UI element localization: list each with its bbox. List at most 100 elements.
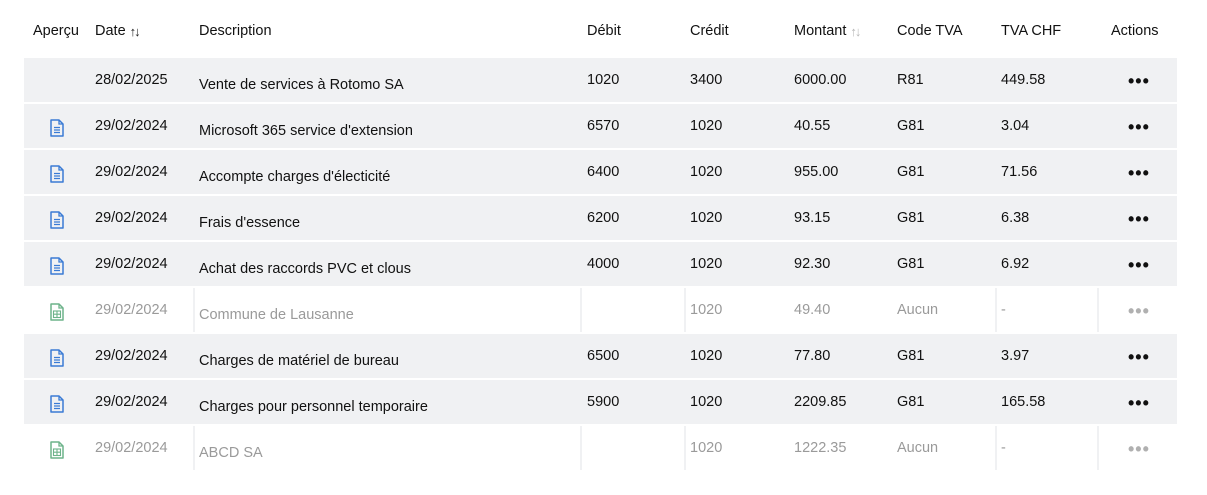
column-header-description: Description <box>199 23 272 39</box>
spreadsheet-icon[interactable] <box>49 303 65 321</box>
table-row[interactable]: 29/02/2024 Charges de matériel de bureau… <box>24 334 1177 378</box>
description-cell: Frais d'essence <box>199 215 301 231</box>
sort-icon[interactable]: ↑↓ <box>850 24 861 39</box>
header-label: Actions <box>1111 23 1159 39</box>
column-header-date[interactable]: Date ↑↓ <box>95 23 141 39</box>
montant-cell: 93.15 <box>794 210 831 226</box>
more-actions-button[interactable]: ••• <box>1128 209 1150 229</box>
code-tva-cell: G81 <box>897 348 925 364</box>
date-cell: 29/02/2024 <box>95 164 168 180</box>
document-icon[interactable] <box>49 257 65 275</box>
code-tva-cell: Aucun <box>897 440 939 456</box>
credit-cell: 1020 <box>690 440 723 456</box>
montant-cell: 955.00 <box>794 164 839 180</box>
column-header-tva-chf: TVA CHF <box>1001 23 1061 39</box>
tva-chf-cell: 449.58 <box>1001 72 1046 88</box>
table-row[interactable]: 29/02/2024 Accompte charges d'électicité… <box>24 150 1177 194</box>
description-cell: ABCD SA <box>199 445 263 461</box>
column-header-debit: Débit <box>587 23 621 39</box>
description-cell: Commune de Lausanne <box>199 307 354 323</box>
montant-cell: 49.40 <box>794 302 831 318</box>
tva-chf-cell: 165.58 <box>1001 394 1046 410</box>
date-cell: 29/02/2024 <box>95 256 168 272</box>
column-header-code-tva: Code TVA <box>897 23 963 39</box>
column-divider <box>580 288 582 332</box>
column-divider <box>193 288 195 332</box>
tva-chf-cell: - <box>1001 440 1006 456</box>
montant-cell: 1222.35 <box>794 440 847 456</box>
document-icon[interactable] <box>49 395 65 413</box>
column-divider <box>995 426 997 470</box>
column-header-apercu: Aperçu <box>33 23 79 39</box>
table-row[interactable]: 29/02/2024 Charges pour personnel tempor… <box>24 380 1177 424</box>
description-cell: Accompte charges d'électicité <box>199 169 391 185</box>
transactions-table: Aperçu Date ↑↓ Description Débit Crédit M… <box>24 0 1177 472</box>
date-cell: 29/02/2024 <box>95 440 168 456</box>
credit-cell: 3400 <box>690 72 723 88</box>
code-tva-cell: G81 <box>897 210 925 226</box>
date-cell: 29/02/2024 <box>95 118 168 134</box>
document-icon[interactable] <box>49 211 65 229</box>
header-label: TVA CHF <box>1001 23 1062 39</box>
debit-cell: 5900 <box>587 394 620 410</box>
header-label: Montant <box>794 23 847 39</box>
description-cell: Charges de matériel de bureau <box>199 353 399 369</box>
montant-cell: 40.55 <box>794 118 831 134</box>
more-actions-button[interactable]: ••• <box>1128 301 1150 321</box>
column-divider <box>580 426 582 470</box>
debit-cell: 6570 <box>587 118 620 134</box>
code-tva-cell: R81 <box>897 72 924 88</box>
more-actions-button[interactable]: ••• <box>1128 163 1150 183</box>
column-divider <box>684 426 686 470</box>
sort-icon[interactable]: ↑↓ <box>130 24 141 39</box>
debit-cell: 6200 <box>587 210 620 226</box>
header-label: Aperçu <box>33 23 79 39</box>
table-row[interactable]: 29/02/2024 Frais d'essence 6200 1020 93.… <box>24 196 1177 240</box>
montant-cell: 77.80 <box>794 348 831 364</box>
date-cell: 29/02/2024 <box>95 302 168 318</box>
document-icon[interactable] <box>49 119 65 137</box>
column-divider <box>1097 288 1099 332</box>
more-actions-button[interactable]: ••• <box>1128 393 1150 413</box>
date-cell: 29/02/2024 <box>95 210 168 226</box>
more-actions-button[interactable]: ••• <box>1128 347 1150 367</box>
column-divider <box>684 288 686 332</box>
document-icon[interactable] <box>49 165 65 183</box>
date-cell: 29/02/2024 <box>95 394 168 410</box>
document-icon[interactable] <box>49 349 65 367</box>
more-actions-button[interactable]: ••• <box>1128 255 1150 275</box>
credit-cell: 1020 <box>690 256 723 272</box>
column-header-montant[interactable]: Montant ↑↓ <box>794 23 861 39</box>
table-row[interactable]: 28/02/2025 Vente de services à Rotomo SA… <box>24 58 1177 102</box>
table-row[interactable]: 29/02/2024 Achat des raccords PVC et clo… <box>24 242 1177 286</box>
table-row[interactable]: 29/02/2024 Microsoft 365 service d'exten… <box>24 104 1177 148</box>
more-actions-button[interactable]: ••• <box>1128 117 1150 137</box>
code-tva-cell: G81 <box>897 118 925 134</box>
header-label: Crédit <box>690 23 729 39</box>
header-label: Description <box>199 23 272 39</box>
debit-cell: 6400 <box>587 164 620 180</box>
tva-chf-cell: 3.97 <box>1001 348 1030 364</box>
tva-chf-cell: 71.56 <box>1001 164 1038 180</box>
table-body: 28/02/2025 Vente de services à Rotomo SA… <box>24 58 1177 470</box>
credit-cell: 1020 <box>690 302 723 318</box>
credit-cell: 1020 <box>690 348 723 364</box>
table-row[interactable]: 29/02/2024 ABCD SA 1020 1222.35 Aucun - … <box>24 426 1177 470</box>
more-actions-button[interactable]: ••• <box>1128 71 1150 91</box>
credit-cell: 1020 <box>690 210 723 226</box>
credit-cell: 1020 <box>690 118 723 134</box>
montant-cell: 2209.85 <box>794 394 847 410</box>
tva-chf-cell: - <box>1001 302 1006 318</box>
spreadsheet-icon[interactable] <box>49 441 65 459</box>
column-header-actions: Actions <box>1111 23 1159 39</box>
montant-cell: 92.30 <box>794 256 831 272</box>
table-row[interactable]: 29/02/2024 Commune de Lausanne 1020 49.4… <box>24 288 1177 332</box>
code-tva-cell: G81 <box>897 256 925 272</box>
header-label: Date <box>95 23 126 39</box>
column-divider <box>995 288 997 332</box>
column-divider <box>193 426 195 470</box>
credit-cell: 1020 <box>690 394 723 410</box>
tva-chf-cell: 6.92 <box>1001 256 1030 272</box>
more-actions-button[interactable]: ••• <box>1128 439 1150 459</box>
code-tva-cell: Aucun <box>897 302 939 318</box>
